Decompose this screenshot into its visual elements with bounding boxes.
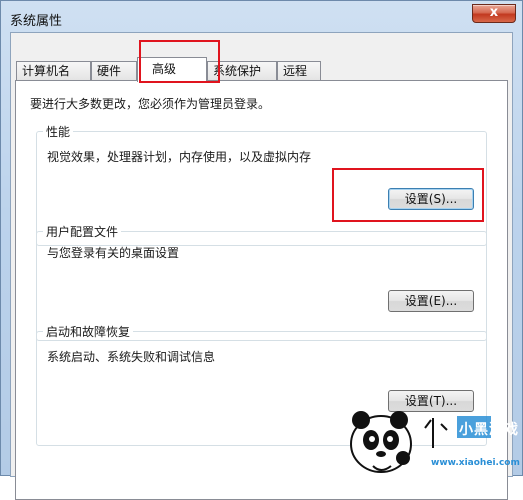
performance-description: 视觉效果，处理器计划，内存使用，以及虚拟内存 <box>47 150 312 164</box>
startup-recovery-description: 系统启动、系统失败和调试信息 <box>47 350 216 364</box>
user-profiles-settings-button[interactable]: 设置(E)... <box>388 290 474 312</box>
performance-label: 性能 <box>43 123 74 140</box>
highlight-advanced-tab <box>139 40 220 83</box>
tab-computer-name[interactable]: 计算机名 <box>16 61 91 81</box>
user-profiles-description: 与您登录有关的桌面设置 <box>47 246 180 260</box>
user-profiles-label: 用户配置文件 <box>43 223 122 240</box>
close-button[interactable]: x <box>472 4 516 23</box>
title-bar[interactable]: 系统属性 x <box>1 1 522 35</box>
admin-note: 要进行大多数更改，您必须作为管理员登录。 <box>30 97 271 111</box>
tab-remote[interactable]: 远程 <box>277 61 321 81</box>
tab-strip: 计算机名 硬件 高级 系统保护 远程 <box>11 57 512 82</box>
startup-recovery-label: 启动和故障恢复 <box>43 323 134 340</box>
highlight-performance-button <box>332 168 484 222</box>
system-properties-window: 系统属性 x 计算机名 硬件 高级 系统保护 远程 要进行大多数更改，您必须作为… <box>0 0 523 500</box>
tab-hardware[interactable]: 硬件 <box>91 61 137 81</box>
close-icon: x <box>489 5 499 20</box>
window-title: 系统属性 <box>10 14 63 29</box>
xiaohei-watermark: 小黑游戏 www.xiaohei.com <box>333 406 523 476</box>
watermark-url: www.xiaohei.com <box>431 458 520 468</box>
watermark-brand: 小黑游戏 <box>459 422 519 438</box>
